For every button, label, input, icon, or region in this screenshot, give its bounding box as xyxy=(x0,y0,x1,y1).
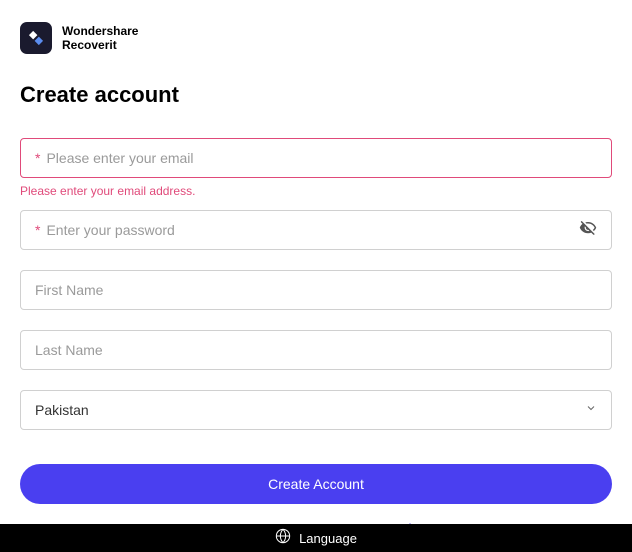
language-label[interactable]: Language xyxy=(299,531,357,546)
brand-name: Wondershare Recoverit xyxy=(62,24,138,53)
required-icon: * xyxy=(35,150,40,166)
brand-logo: Wondershare Recoverit xyxy=(20,22,612,54)
email-input[interactable] xyxy=(46,150,597,166)
first-name-input[interactable] xyxy=(35,282,597,298)
country-select[interactable]: Pakistan xyxy=(20,390,612,430)
email-field-wrap: * xyxy=(20,138,612,178)
eye-off-icon[interactable] xyxy=(579,219,597,242)
email-error: Please enter your email address. xyxy=(20,184,612,198)
chevron-down-icon xyxy=(585,401,597,419)
required-icon: * xyxy=(35,222,40,238)
footer-bar: Language xyxy=(0,524,632,552)
password-input[interactable] xyxy=(46,222,579,238)
page-title: Create account xyxy=(20,82,612,108)
last-name-wrap xyxy=(20,330,612,370)
logo-icon xyxy=(20,22,52,54)
last-name-input[interactable] xyxy=(35,342,597,358)
first-name-wrap xyxy=(20,270,612,310)
globe-icon xyxy=(275,528,291,549)
password-field-wrap: * xyxy=(20,210,612,250)
country-value: Pakistan xyxy=(35,402,89,418)
create-account-button[interactable]: Create Account xyxy=(20,464,612,504)
